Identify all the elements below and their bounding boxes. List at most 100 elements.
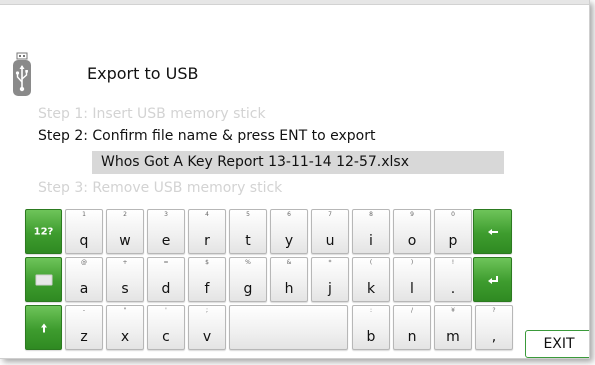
key-p[interactable]: 0p bbox=[434, 209, 472, 254]
key-primary-label: f bbox=[204, 281, 210, 297]
filename-field[interactable]: Whos Got A Key Report 13-11-14 12-57.xls… bbox=[92, 151, 504, 174]
key-secondary-label: 7 bbox=[328, 211, 332, 218]
key-primary-label: a bbox=[79, 281, 89, 297]
key-x[interactable]: " x bbox=[106, 305, 144, 350]
page-title: Export to USB bbox=[87, 64, 199, 83]
key-g[interactable]: % g bbox=[229, 257, 267, 302]
export-usb-screen: Export to USB Step 1: Insert USB memory … bbox=[0, 0, 590, 359]
key-primary-label: h bbox=[284, 281, 294, 297]
key-primary-label: , bbox=[491, 329, 497, 345]
keyboard-layout-key[interactable] bbox=[25, 257, 62, 302]
enter-arrow-icon bbox=[487, 275, 498, 284]
key-secondary-label: 2 bbox=[123, 211, 127, 218]
keyboard-icon bbox=[35, 274, 52, 285]
key-primary-label: v bbox=[202, 329, 212, 345]
key-secondary-label: 6 bbox=[287, 211, 291, 218]
arrow-up-icon bbox=[40, 323, 47, 332]
key-n[interactable]: / n bbox=[393, 305, 431, 350]
key-secondary-label: @ bbox=[81, 259, 87, 266]
shift-key[interactable] bbox=[25, 305, 62, 350]
key-secondary-label: ( bbox=[369, 259, 373, 266]
key-secondary-label: : bbox=[369, 307, 373, 314]
key-v[interactable]: ; v bbox=[188, 305, 226, 350]
mode-key[interactable]: 12? bbox=[25, 209, 62, 254]
key-secondary-label: 0 bbox=[451, 211, 455, 218]
key-secondary-label: = bbox=[163, 259, 169, 266]
key-secondary-label: / bbox=[410, 307, 414, 314]
step-1: Step 1: Insert USB memory stick bbox=[38, 106, 266, 122]
key-primary-label: q bbox=[79, 233, 89, 249]
key-primary-label: n bbox=[407, 329, 417, 345]
key-secondary-label: + bbox=[122, 259, 128, 266]
key-r[interactable]: 4r bbox=[188, 209, 226, 254]
key-c[interactable]: ' c bbox=[147, 305, 185, 350]
enter-key[interactable] bbox=[473, 257, 512, 302]
key-primary-label: x bbox=[120, 329, 130, 345]
top-bar bbox=[0, 0, 589, 5]
key-primary-label: g bbox=[243, 281, 253, 297]
key-comma[interactable]: ?, bbox=[475, 305, 513, 350]
exit-button[interactable]: EXIT bbox=[525, 330, 589, 358]
key-secondary-label: ! bbox=[451, 259, 455, 266]
key-secondary-label: 5 bbox=[246, 211, 250, 218]
key-i[interactable]: 8i bbox=[352, 209, 390, 254]
mode-key-label: 12? bbox=[33, 226, 54, 237]
key-secondary-label: 9 bbox=[410, 211, 414, 218]
backspace-key[interactable] bbox=[473, 209, 512, 254]
key-e[interactable]: 3e bbox=[147, 209, 185, 254]
key-l[interactable]: ) l bbox=[393, 257, 431, 302]
key-primary-label: j bbox=[328, 281, 332, 297]
usb-icon bbox=[13, 52, 31, 96]
key-primary-label: z bbox=[80, 329, 88, 345]
key-secondary-label: % bbox=[245, 259, 251, 266]
key-t[interactable]: 5t bbox=[229, 209, 267, 254]
key-a[interactable]: @ a bbox=[65, 257, 103, 302]
key-primary-label: c bbox=[162, 329, 170, 345]
key-y[interactable]: 6y bbox=[270, 209, 308, 254]
step-3: Step 3: Remove USB memory stick bbox=[38, 180, 283, 196]
key-primary-label: w bbox=[119, 233, 131, 249]
key-z[interactable]: -z bbox=[65, 305, 103, 350]
key-primary-label: . bbox=[450, 281, 456, 297]
key-secondary-label: ; bbox=[205, 307, 209, 314]
key-k[interactable]: (k bbox=[352, 257, 390, 302]
key-q[interactable]: 1q bbox=[65, 209, 103, 254]
step-2: Step 2: Confirm file name & press ENT to… bbox=[38, 128, 376, 144]
key-secondary-label: - bbox=[82, 307, 86, 314]
key-m[interactable]: ¥ m bbox=[434, 305, 472, 350]
key-primary-label: r bbox=[204, 233, 210, 249]
key-b[interactable]: :b bbox=[352, 305, 390, 350]
key-d[interactable]: = d bbox=[147, 257, 185, 302]
key-u[interactable]: 7u bbox=[311, 209, 349, 254]
key-j[interactable]: * j bbox=[311, 257, 349, 302]
key-primary-label: k bbox=[366, 281, 376, 297]
key-w[interactable]: 2w bbox=[106, 209, 144, 254]
key-primary-label: i bbox=[369, 233, 373, 249]
key-s[interactable]: + s bbox=[106, 257, 144, 302]
space-key[interactable] bbox=[229, 305, 348, 350]
key-secondary-label: 1 bbox=[82, 211, 86, 218]
key-secondary-label: ? bbox=[492, 307, 496, 314]
key-f[interactable]: $ f bbox=[188, 257, 226, 302]
key-secondary-label: * bbox=[328, 259, 332, 266]
key-secondary-label: " bbox=[123, 307, 127, 314]
key-secondary-label: ) bbox=[410, 259, 414, 266]
key-h[interactable]: & h bbox=[270, 257, 308, 302]
key-primary-label: e bbox=[161, 233, 171, 249]
key-primary-label: t bbox=[245, 233, 251, 249]
key-primary-label: o bbox=[407, 233, 417, 249]
arrow-left-icon bbox=[487, 228, 498, 235]
page-indicator bbox=[262, 349, 276, 358]
key-secondary-label: 4 bbox=[205, 211, 209, 218]
key-primary-label: p bbox=[448, 233, 458, 249]
key-secondary-label: ¥ bbox=[451, 307, 455, 314]
key-primary-label: s bbox=[121, 281, 129, 297]
key-primary-label: m bbox=[446, 329, 460, 345]
key-primary-label: l bbox=[410, 281, 414, 297]
key-secondary-label: 8 bbox=[369, 211, 373, 218]
key-secondary-label: $ bbox=[205, 259, 209, 266]
key-secondary-label: 3 bbox=[164, 211, 168, 218]
key-secondary-label: & bbox=[286, 259, 292, 266]
key-period[interactable]: !. bbox=[434, 257, 472, 302]
key-o[interactable]: 9o bbox=[393, 209, 431, 254]
